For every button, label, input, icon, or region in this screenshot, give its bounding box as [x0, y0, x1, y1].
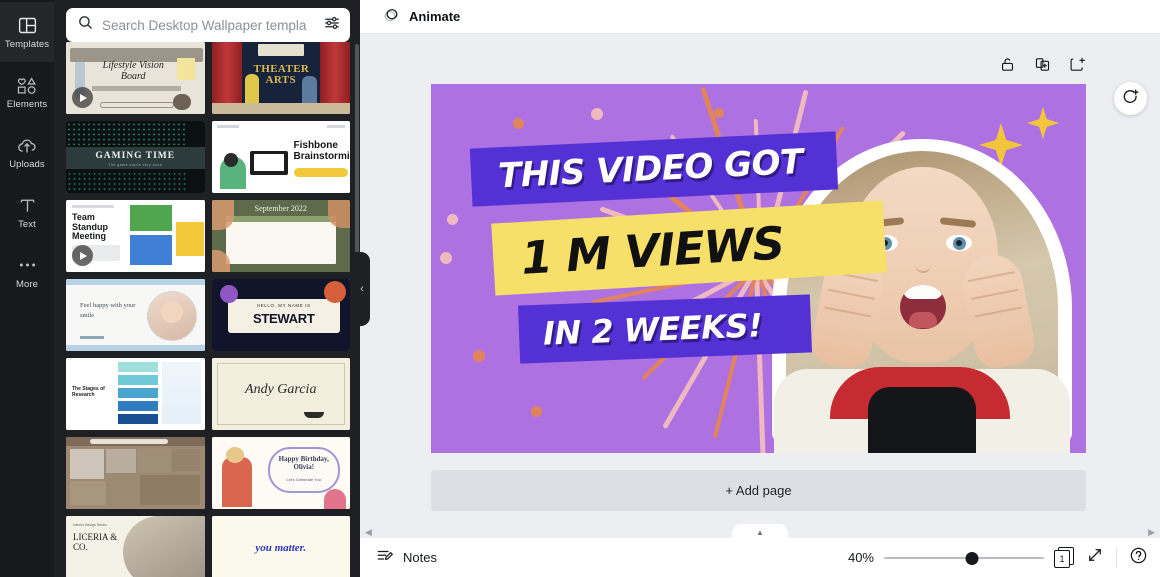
left-rail: Templates Elements Uploads Text More: [0, 0, 54, 577]
add-page-button[interactable]: + Add page: [431, 470, 1086, 511]
template-subtitle: The game starts very soon: [108, 163, 163, 167]
headline-line-2: 1 M VIEWS: [519, 215, 786, 285]
templates-panel: Lifestyle Vision Board THEATER ARTS: [54, 0, 360, 577]
help-icon: [1129, 546, 1148, 570]
template-card[interactable]: The Stages of Research: [66, 358, 205, 430]
headline-line-3: IN 2 WEEKS!: [542, 306, 763, 353]
template-card[interactable]: Happy Birthday, Olivia! Let's Celebrate …: [211, 437, 350, 509]
add-page-icon[interactable]: [1069, 56, 1086, 73]
fullscreen-icon: [1086, 546, 1104, 569]
add-page-label: + Add page: [725, 483, 792, 498]
headline-line-1: THIS VIDEO GOT: [497, 142, 804, 197]
sidebar-item-text[interactable]: Text: [0, 182, 54, 242]
add-comment-button[interactable]: [1114, 82, 1147, 115]
template-title: Fishbone Brainstorming: [293, 140, 351, 162]
template-card[interactable]: you matter.: [211, 516, 350, 577]
search-wrap: [54, 0, 360, 48]
template-title: Happy Birthday, Olivia!: [278, 455, 329, 472]
duplicate-page-icon[interactable]: [1034, 56, 1051, 73]
zoom-slider[interactable]: [884, 550, 1044, 566]
template-card[interactable]: Fishbone Brainstorming: [211, 121, 351, 193]
template-card[interactable]: HELLO, MY NAME IS STEWART: [211, 279, 350, 351]
editor-toolbar: Animate: [360, 0, 1160, 34]
filter-sliders-icon[interactable]: [323, 14, 341, 37]
panel-scrollbar[interactable]: [355, 44, 359, 254]
page-strip: ◀ ▶ ▲: [360, 524, 1160, 538]
notes-icon: [376, 547, 394, 568]
template-card[interactable]: Team Standup Meeting: [66, 200, 205, 272]
add-comment-icon: [1121, 87, 1140, 111]
page-tools: [999, 56, 1086, 73]
bottom-divider: [1116, 547, 1117, 568]
template-subtitle: Let's Celebrate You: [286, 477, 322, 482]
animate-icon: [382, 6, 400, 27]
text-icon: [17, 194, 38, 216]
template-subtitle: Interior Design Studio: [73, 523, 107, 527]
collapse-panel-button[interactable]: ‹: [354, 252, 370, 326]
play-icon[interactable]: [72, 245, 93, 266]
zoom-level: 40%: [847, 550, 874, 565]
templates-icon: [17, 14, 38, 36]
template-card[interactable]: September 2022: [211, 200, 350, 272]
template-card[interactable]: Lifestyle Vision Board: [66, 42, 205, 114]
animate-button[interactable]: Animate: [376, 3, 466, 30]
notes-label: Notes: [403, 550, 437, 565]
template-title: you matter.: [255, 542, 307, 554]
chevron-left-icon: ‹: [360, 283, 364, 295]
fullscreen-button[interactable]: [1086, 546, 1104, 569]
template-card[interactable]: Feel happy with your smile: [66, 279, 205, 351]
strip-prev-button[interactable]: ◀: [365, 527, 372, 538]
template-card[interactable]: [66, 437, 205, 509]
canva-editor: Templates Elements Uploads Text More Sea…: [0, 0, 1160, 577]
template-card[interactable]: THEATER ARTS: [211, 42, 350, 114]
sidebar-label-more: More: [15, 279, 39, 291]
template-card[interactable]: Andy Garcia: [211, 358, 350, 430]
template-card[interactable]: Interior Design Studio LICERIA & CO.: [66, 516, 205, 577]
design-page[interactable]: THIS VIDEO GOT 1 M VIEWS IN 2 WEEKS!: [431, 84, 1086, 453]
template-title: Team Standup Meeting: [72, 212, 108, 242]
sidebar-item-uploads[interactable]: Uploads: [0, 122, 54, 182]
editor-area: Animate THIS VIDEO GOT 1 M VIEWS IN 2 WE…: [360, 0, 1160, 577]
search-input[interactable]: [102, 17, 315, 33]
template-title: LICERIA & CO.: [73, 532, 118, 553]
notes-button[interactable]: Notes: [376, 547, 437, 568]
uploads-icon: [16, 134, 38, 156]
lock-icon[interactable]: [999, 56, 1016, 73]
page-count-button[interactable]: 1: [1054, 546, 1076, 569]
template-title: GAMING TIME: [95, 151, 176, 161]
zoom-slider-track: [884, 556, 1044, 559]
elements-icon: [16, 74, 39, 96]
template-title: THEATER ARTS: [253, 63, 310, 87]
sidebar-label-text: Text: [18, 219, 36, 231]
page-count-value: 1: [1054, 549, 1070, 568]
help-button[interactable]: [1129, 546, 1148, 570]
template-title: The Stages of Research: [72, 386, 105, 398]
template-title: Andy Garcia: [245, 382, 317, 397]
bottom-bar: Notes 40% 1: [360, 538, 1160, 577]
canvas-area[interactable]: THIS VIDEO GOT 1 M VIEWS IN 2 WEEKS! + A…: [360, 34, 1160, 530]
sidebar-item-elements[interactable]: Elements: [0, 62, 54, 122]
play-icon[interactable]: [72, 87, 93, 108]
template-title: Lifestyle Vision Board: [102, 60, 164, 82]
template-title: Feel happy with your smile: [80, 302, 136, 319]
search-bar[interactable]: [66, 8, 350, 42]
sidebar-item-templates[interactable]: Templates: [0, 2, 54, 62]
template-subtitle: HELLO, MY NAME IS: [256, 303, 311, 308]
headline-band-3: IN 2 WEEKS!: [517, 294, 813, 364]
template-grid: Lifestyle Vision Board THEATER ARTS GAMI…: [66, 42, 350, 577]
sidebar-label-elements: Elements: [6, 99, 48, 111]
template-title: STEWART: [253, 311, 315, 326]
sidebar-item-more[interactable]: More: [0, 242, 54, 302]
template-card[interactable]: GAMING TIME The game starts very soon: [66, 121, 205, 193]
strip-toggle-button[interactable]: ▲: [732, 524, 788, 538]
search-icon: [77, 14, 94, 36]
more-icon: [17, 254, 38, 276]
chevron-up-icon: ▲: [756, 528, 764, 537]
zoom-slider-knob[interactable]: [965, 551, 979, 565]
animate-label: Animate: [409, 9, 461, 24]
strip-next-button[interactable]: ▶: [1148, 527, 1155, 538]
sidebar-label-uploads: Uploads: [9, 159, 45, 171]
sidebar-label-templates: Templates: [4, 39, 50, 51]
